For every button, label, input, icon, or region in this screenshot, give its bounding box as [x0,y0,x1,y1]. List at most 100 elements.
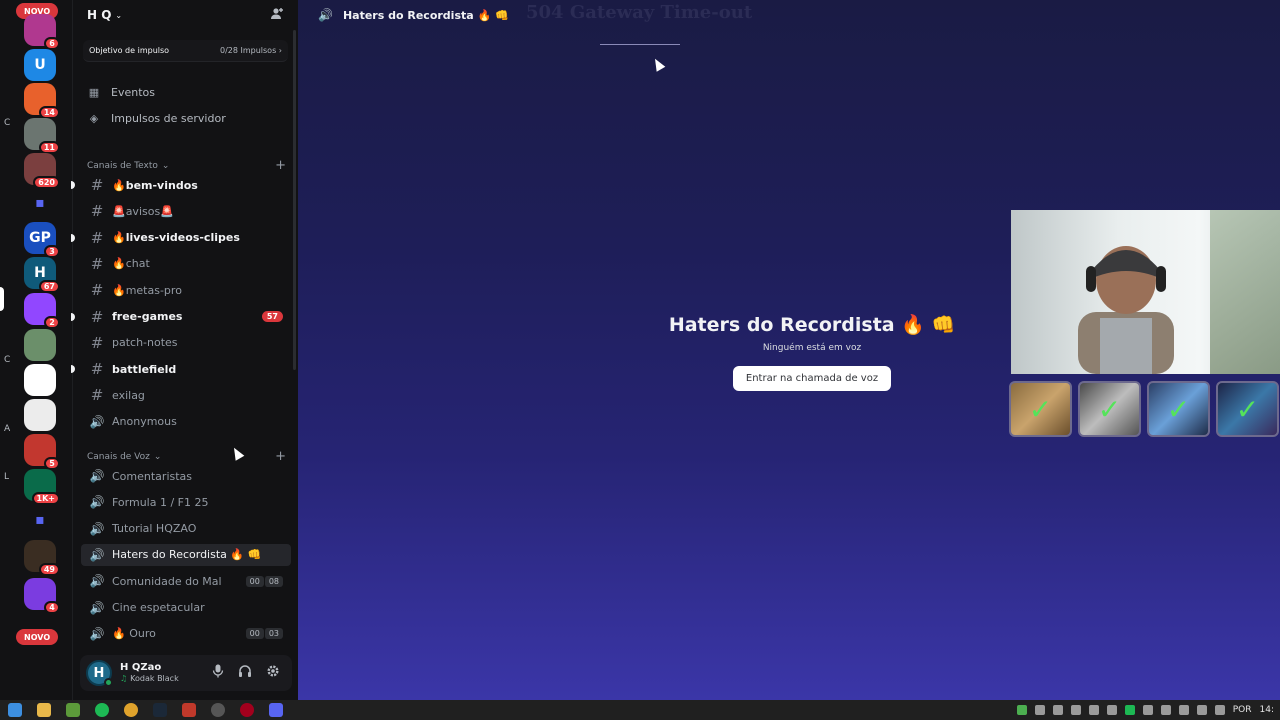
hash-icon: # [90,281,104,300]
mention-badge: 49 [38,563,60,576]
server-icon[interactable] [24,364,56,396]
text-channel[interactable]: # free-games 57 [71,306,291,328]
microphone-icon[interactable] [212,664,224,682]
sidebar-scrollbar[interactable] [293,30,296,370]
channel-name: Comunidade do Mal [112,574,222,588]
file-explorer-icon[interactable] [37,703,51,717]
gear-icon[interactable] [266,664,280,682]
voice-category-label: Canais de Voz [87,451,150,462]
windows-start-icon[interactable] [8,703,22,717]
divider [600,44,680,45]
spotify-icon[interactable] [95,703,109,717]
channel-name: free-games [112,310,183,323]
channel-name: 🔥lives-videos-clipes [112,231,240,245]
chrome-icon[interactable] [124,703,138,717]
online-status-icon [104,678,113,687]
speaker-icon: 🔊 [89,469,105,483]
text-channel[interactable]: # battlefield [71,358,291,380]
server-icon[interactable]: GP 3 [24,222,60,258]
channel-name: 🔥 Ouro [112,627,156,641]
server-name: H Q [87,8,112,22]
voice-channel[interactable]: 🔊 Comunidade do Mal 00 08 [81,570,291,592]
text-channel[interactable]: # 🔥bem-vindos [71,174,291,196]
add-text-channel-icon[interactable]: + [275,158,286,173]
speaker-icon: 🔊 [318,8,333,22]
channel-name: Comentaristas [112,469,193,483]
boost-goal[interactable]: Objetivo de impulso 0/28 Impulsos › [83,40,288,62]
server-icon[interactable]: 1K+ [24,469,60,505]
server-icon[interactable]: 4 [24,578,60,614]
person-image [1078,246,1174,374]
checkmark-icon: ✓ [1028,392,1053,426]
text-category-label: Canais de Texto [87,160,158,171]
app-icon[interactable] [182,703,196,717]
speaker-icon: 🔊 [89,574,105,589]
voice-channel[interactable]: 🔊 Comentaristas [81,465,291,487]
voice-channel[interactable]: 🔊 Formula 1 / F1 25 [81,491,291,513]
text-channel[interactable]: # 🔥lives-videos-clipes [71,227,291,249]
activity-tile[interactable]: ✓ [1078,381,1141,437]
server-icon[interactable]: 11 [24,118,60,154]
voice-channel[interactable]: 🔊 Tutorial HQZAO [81,518,291,540]
server-boosts-item[interactable]: ◈ Impulsos de servidor [87,112,226,125]
text-channel[interactable]: # exilag [81,384,291,406]
activity-tile[interactable]: ✓ [1147,381,1210,437]
server-icon[interactable]: 6 [24,14,60,50]
server-icon[interactable] [24,329,56,361]
android-app-icon[interactable] [66,703,80,717]
text-channel[interactable]: # 🔥metas-pro [81,279,291,301]
server-header[interactable]: H Q ⌄ [73,0,298,30]
server-icon[interactable]: ▪ [24,504,56,536]
server-icon[interactable]: 5 [24,434,60,470]
mention-badge: 2 [44,316,60,329]
server-icon[interactable] [24,399,56,431]
channel-name: Haters do Recordista 🔥 👊 [112,548,262,562]
text-channel[interactable]: # patch-notes [81,332,291,354]
hash-icon: # [90,176,104,194]
clock[interactable]: 14: [1260,705,1274,715]
language-indicator[interactable]: POR [1233,705,1252,715]
add-voice-channel-icon[interactable]: + [275,449,286,464]
server-icon[interactable]: 2 [24,293,60,329]
activity-tile[interactable]: ✓ [1216,381,1279,437]
speaker-icon: 🔊 [89,414,105,429]
text-channel[interactable]: # 🚨avisos🚨 [81,200,291,222]
hash-icon: # [90,360,104,379]
server-icon[interactable]: 620 [24,153,60,189]
user-panel: H H QZao ♫ Kodak Black [80,655,292,691]
events-item[interactable]: ▦ Eventos [87,86,155,99]
headphones-icon[interactable] [238,664,252,682]
text-channel[interactable]: # 🔥chat [81,253,291,275]
join-voice-button[interactable]: Entrar na chamada de voz [732,366,892,391]
app-icon[interactable] [211,703,225,717]
boost-progress: 0/28 Impulsos › [219,46,282,55]
text-channels-category[interactable]: Canais de Texto ⌄ + [87,158,286,173]
hash-icon: # [90,333,104,352]
rail-glyph: C [4,355,11,365]
speaker-icon: 🔊 [89,521,105,536]
battery-icon [1178,705,1189,715]
steam-icon[interactable] [153,703,167,717]
activity-tile[interactable]: ✓ [1009,381,1072,437]
opera-icon[interactable] [240,703,254,717]
text-channel[interactable]: 🔊 Anonymous [81,411,291,433]
gateway-error-text: 504 Gateway Time-out [526,2,753,23]
mention-badge: 4 [44,601,60,614]
voice-timer: 00 03 [245,628,283,640]
hash-icon: # [90,228,104,247]
voice-channels-category[interactable]: Canais de Voz ⌄ + [87,449,286,464]
tray-icon [1124,705,1135,715]
discord-icon[interactable] [269,703,283,717]
voice-channel[interactable]: 🔊 Cine espetacular [81,597,291,619]
server-icon[interactable]: U [24,49,56,81]
tray-icon [1052,705,1063,715]
server-icon[interactable]: H 67 [24,257,60,293]
voice-channel[interactable]: 🔊 🔥 Ouro 00 03 [81,623,291,645]
speaker-icon: 🔊 [89,495,105,510]
server-icon[interactable]: ▪ [24,187,56,219]
invite-people-icon[interactable] [270,7,284,24]
server-icon[interactable]: 49 [24,540,60,576]
voice-channel[interactable]: 🔊 Haters do Recordista 🔥 👊 [81,543,291,566]
avatar[interactable]: H [86,660,113,687]
server-icon[interactable]: 14 [24,83,60,119]
